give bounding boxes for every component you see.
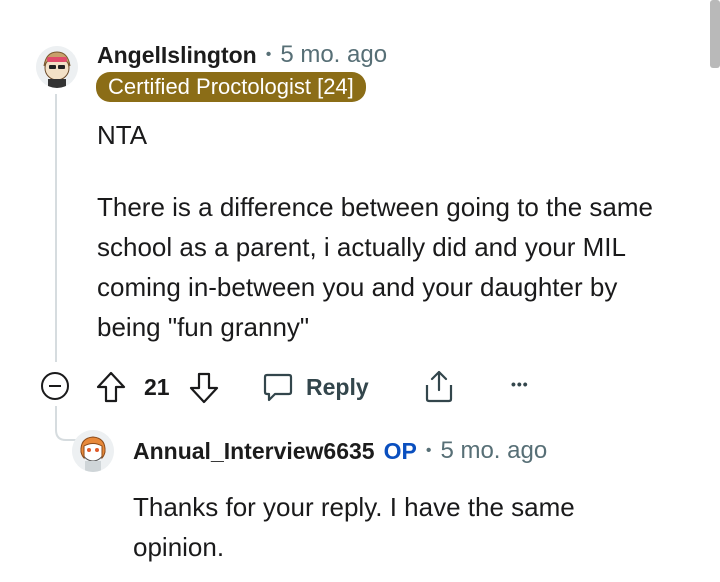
- comment-bubble-icon: [263, 373, 293, 402]
- downvote-arrow-icon: [189, 372, 219, 404]
- snoo-avatar-icon: [72, 430, 114, 472]
- more-options-button[interactable]: •••: [511, 376, 529, 392]
- thread-line[interactable]: [55, 94, 57, 362]
- downvote-button[interactable]: [188, 371, 220, 405]
- comment-header: AngelIslington • 5 mo. ago: [97, 40, 387, 70]
- comment-paragraph: NTA: [97, 120, 148, 150]
- meta-separator: •: [265, 46, 272, 63]
- share-icon: [425, 370, 453, 403]
- comment-body: NTA There is a difference between going …: [97, 115, 657, 347]
- share-button[interactable]: [422, 368, 456, 404]
- comment-age: 5 mo. ago: [280, 41, 388, 68]
- comment-username[interactable]: AngelIslington: [97, 42, 257, 69]
- reply-label: Reply: [306, 373, 369, 400]
- scrollbar[interactable]: [710, 0, 720, 68]
- reply-age: 5 mo. ago: [440, 437, 548, 464]
- reply-avatar[interactable]: [72, 430, 114, 472]
- collapse-icon: [41, 372, 69, 400]
- user-flair: Certified Proctologist [24]: [96, 72, 366, 102]
- collapse-button[interactable]: [40, 371, 70, 401]
- reply-body: Thanks for your reply. I have the same o…: [133, 492, 575, 562]
- upvote-button[interactable]: [95, 370, 127, 404]
- op-badge: OP: [383, 437, 417, 464]
- meta-separator: •: [425, 442, 432, 459]
- upvote-arrow-icon: [96, 371, 126, 403]
- reply-header: Annual_Interview6635 OP • 5 mo. ago: [133, 436, 547, 466]
- vote-score: 21: [144, 374, 170, 400]
- snoo-avatar-icon: [36, 46, 78, 88]
- comment-paragraph: There is a difference between going to t…: [97, 192, 653, 342]
- reply-button[interactable]: Reply: [262, 370, 369, 404]
- user-avatar[interactable]: [36, 46, 78, 88]
- reply-username[interactable]: Annual_Interview6635: [133, 438, 375, 465]
